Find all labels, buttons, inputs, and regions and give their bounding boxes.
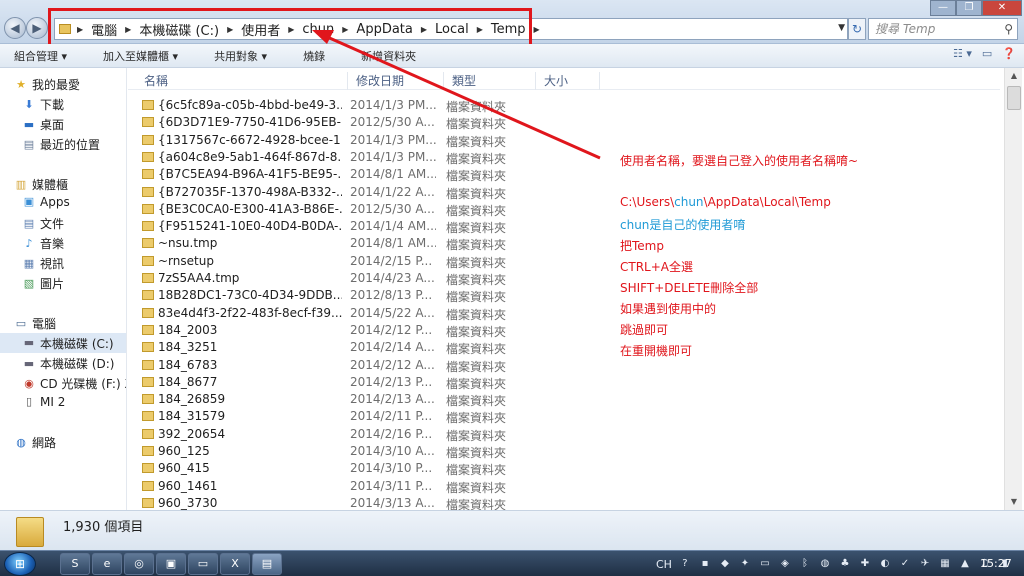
skype-icon[interactable]: S xyxy=(60,553,90,575)
start-button[interactable]: ⊞ xyxy=(4,552,36,576)
annotation-step-1: 把Temp xyxy=(620,239,664,253)
file-explorer-icon[interactable]: ▤ xyxy=(252,553,282,575)
bluetooth-icon[interactable]: ᛒ xyxy=(798,557,812,571)
monitor-icon[interactable]: ▭ xyxy=(188,553,218,575)
tray-app-icon[interactable]: ✚ xyxy=(858,557,872,571)
tray-app-icon[interactable]: ▲ xyxy=(958,557,972,571)
system-tray: CH ? ▪ ◆ ✦ ▭ ◈ ᛒ ◍ ♣ ✚ ◐ ✓ ✈ ▦ ▲ ♫ ▮ xyxy=(656,555,1012,573)
tray-app-icon[interactable]: ♣ xyxy=(838,557,852,571)
annotation-step-5: 跳過即可 xyxy=(620,323,669,337)
tray-app-icon[interactable]: ◆ xyxy=(718,557,732,571)
annotation-path: C:\Users\chun\AppData\Local\Temp xyxy=(620,195,831,209)
tray-app-icon[interactable]: ▪ xyxy=(698,557,712,571)
excel-icon[interactable]: X xyxy=(220,553,250,575)
annotation-user-note: chun是自己的使用者唷 xyxy=(620,218,746,232)
status-bar: 1,930 個項目 xyxy=(0,510,1024,550)
annotation-step-3: SHIFT+DELETE刪除全部 xyxy=(620,281,759,295)
tray-app-icon[interactable]: ✈ xyxy=(918,557,932,571)
tray-app-icon[interactable]: ▦ xyxy=(938,557,952,571)
tray-app-icon[interactable]: ◈ xyxy=(778,557,792,571)
help-icon[interactable]: ? xyxy=(678,557,692,571)
internet-explorer-icon[interactable]: e xyxy=(92,553,122,575)
tray-app-icon[interactable]: ✦ xyxy=(738,557,752,571)
app-icon[interactable]: ▣ xyxy=(156,553,186,575)
tray-app-icon[interactable]: ◍ xyxy=(818,557,832,571)
item-count: 1,930 個項目 xyxy=(63,520,144,535)
tray-app-icon[interactable]: ◐ xyxy=(878,557,892,571)
annotation-step-6: 在重開機即可 xyxy=(620,344,693,358)
folder-icon xyxy=(16,517,44,547)
annotation-username-note: 使用者名稱，要選自己登入的使用者名稱唷~ xyxy=(620,154,859,168)
language-indicator[interactable]: CH xyxy=(656,558,672,571)
tray-app-icon[interactable]: ✓ xyxy=(898,557,912,571)
battery-icon[interactable]: ▭ xyxy=(758,557,772,571)
annotation-arrow xyxy=(312,30,601,160)
taskbar: ⊞ S e ◎ ▣ ▭ X ▤ CH ? ▪ ◆ ✦ ▭ ◈ ᛒ ◍ ♣ ✚ ◐… xyxy=(0,550,1024,576)
taskbar-clock[interactable]: 15:27 xyxy=(980,557,1012,570)
chrome-icon[interactable]: ◎ xyxy=(124,553,154,575)
annotation-step-4: 如果遇到使用中的 xyxy=(620,302,717,316)
annotation-step-2: CTRL+A全選 xyxy=(620,260,693,274)
